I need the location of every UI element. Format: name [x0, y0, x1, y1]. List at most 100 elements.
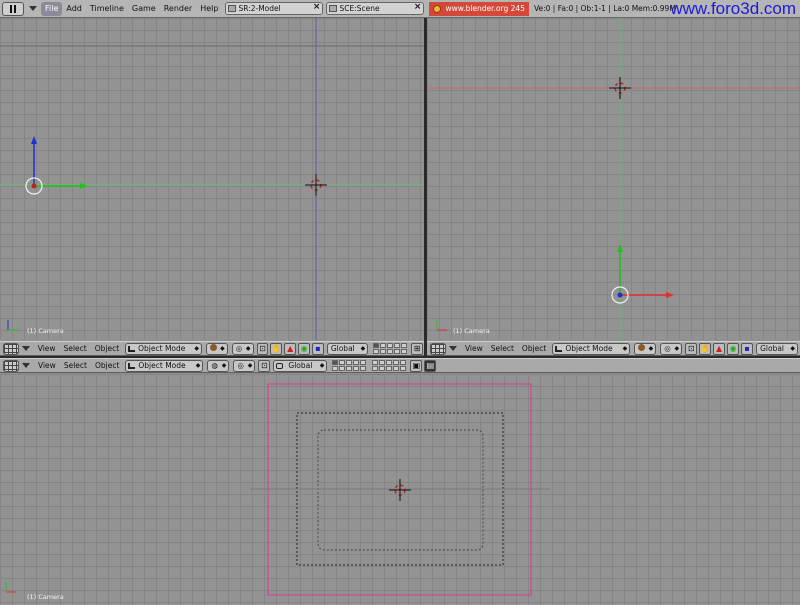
layer-buttons[interactable] — [332, 360, 367, 371]
3d-cursor-icon[interactable] — [609, 77, 631, 99]
window-type-button[interactable] — [3, 342, 19, 355]
viewport-top-left[interactable]: (1) Camera — [0, 18, 424, 340]
orientation-select[interactable]: Global — [273, 359, 328, 372]
menu-object[interactable]: Object — [91, 361, 123, 370]
scene-name: SCE:Scene — [339, 4, 380, 13]
menu-render[interactable]: Render — [160, 2, 196, 16]
proportional-icon[interactable]: ⊡ — [256, 342, 269, 355]
menu-help[interactable]: Help — [196, 2, 222, 16]
menu-game[interactable]: Game — [128, 2, 160, 16]
rotate-icon[interactable]: ◉ — [298, 342, 310, 355]
rotate-icon[interactable]: ◉ — [727, 342, 740, 355]
object-mode-icon — [128, 362, 136, 369]
grab-hand-icon[interactable]: ✋ — [699, 342, 712, 355]
object-mode-icon — [128, 345, 136, 352]
proportional-icon[interactable]: ⊡ — [685, 342, 698, 355]
transform-manipulator[interactable] — [10, 128, 90, 208]
draw-type-select[interactable] — [634, 342, 657, 355]
orientation-label: Global — [760, 343, 785, 353]
scene-stats: Ve:0 | Fa:0 | Ob:1-1 | La:0 Mem:0.99M — [533, 4, 676, 13]
menu-select[interactable]: Select — [487, 344, 518, 353]
close-icon[interactable]: × — [313, 2, 321, 12]
screen-name: SR:2-Model — [238, 4, 281, 13]
screen-selector[interactable]: SR:2-Model × — [225, 2, 324, 15]
shading-icon — [638, 343, 646, 351]
menu-object[interactable]: Object — [518, 344, 550, 353]
axis-gizmo-icon — [5, 582, 16, 593]
viewport-camera[interactable]: (1) Camera — [0, 374, 800, 605]
collapse-menus-icon[interactable] — [29, 6, 37, 11]
menu-view[interactable]: View — [34, 361, 60, 370]
scale-icon[interactable]: ▪ — [312, 342, 324, 355]
menu-timeline[interactable]: Timeline — [86, 2, 128, 16]
scene-icon — [329, 5, 338, 12]
shading-icon — [210, 343, 218, 351]
lock-icon[interactable]: ▣ — [410, 359, 423, 372]
mode-label: Object Mode — [138, 343, 186, 353]
viewport-object-label: (1) Camera — [453, 327, 490, 335]
area-splitter-vertical[interactable] — [424, 18, 427, 357]
scene-selector[interactable]: SCE:Scene × — [326, 2, 425, 15]
menu-object[interactable]: Object — [91, 344, 123, 353]
render-preview-icon[interactable]: ▤ — [424, 359, 437, 372]
watermark: www.foro3d.com — [670, 0, 796, 18]
object-mode-icon — [555, 345, 563, 352]
blender-link[interactable]: www.blender.org 245 — [429, 1, 529, 16]
scale-icon[interactable]: ▪ — [741, 342, 754, 355]
menu-view[interactable]: View — [461, 344, 487, 353]
info-header: File Add Timeline Game Render Help SR:2-… — [0, 0, 800, 18]
menu-select[interactable]: Select — [60, 361, 91, 370]
grab-hand-icon[interactable]: ✋ — [270, 342, 283, 355]
axis-gizmo-icon — [7, 320, 18, 331]
layer-buttons[interactable] — [373, 343, 408, 354]
lock-icon[interactable]: ⊞ — [411, 342, 424, 355]
viewport-object-label: (1) Camera — [27, 327, 64, 335]
translate-icon[interactable]: ▲ — [713, 342, 726, 355]
orientation-label: Global — [288, 360, 313, 370]
menu-add[interactable]: Add — [62, 2, 86, 16]
pivot-select[interactable]: ◎ — [231, 342, 254, 355]
transform-manipulator[interactable] — [597, 238, 687, 318]
layer-buttons-extra[interactable] — [372, 360, 407, 371]
mode-select[interactable]: Object Mode — [125, 359, 204, 372]
viewport-top-right[interactable]: (1) Camera — [427, 18, 800, 340]
collapse-menus-icon[interactable] — [22, 363, 30, 368]
viewport-header-bottom: View Select Object Object Mode ◍ ◎ ⊡ Glo… — [0, 358, 800, 373]
info-icon — [10, 4, 16, 13]
orientation-select[interactable]: Global — [756, 342, 799, 355]
draw-type-select[interactable]: ◍ — [207, 359, 230, 372]
draw-type-select[interactable] — [206, 342, 228, 355]
mode-select[interactable]: Object Mode — [125, 342, 203, 355]
pivot-icon: ◎ — [664, 343, 671, 353]
menu-file[interactable]: File — [41, 1, 63, 16]
axis-gizmo-icon — [436, 320, 447, 331]
3d-cursor-icon[interactable] — [389, 479, 411, 501]
grab-hand-icon — [276, 362, 284, 369]
pivot-select[interactable]: ◎ — [233, 359, 256, 372]
mode-label: Object Mode — [138, 360, 186, 370]
screen-icon — [228, 5, 237, 12]
mode-select[interactable]: Object Mode — [552, 342, 631, 355]
window-type-button[interactable] — [3, 359, 19, 372]
menu-select[interactable]: Select — [60, 344, 91, 353]
menu-view[interactable]: View — [34, 344, 60, 353]
window-type-button[interactable] — [2, 1, 24, 16]
close-icon[interactable]: × — [414, 2, 422, 12]
shading-icon: ◍ — [211, 360, 218, 370]
3d-cursor-icon[interactable] — [305, 174, 327, 196]
collapse-menus-icon[interactable] — [21, 346, 30, 351]
translate-icon[interactable]: ▲ — [284, 342, 297, 355]
orientation-select[interactable]: Global — [326, 342, 369, 355]
proportional-icon[interactable]: ⊡ — [258, 359, 271, 372]
viewport-header-top-left: View Select Object Object Mode ◎ ⊡ ✋ ▲ ◉… — [0, 341, 424, 356]
orientation-label: Global — [330, 343, 355, 353]
pivot-select[interactable]: ◎ — [660, 342, 683, 355]
pivot-icon: ◎ — [237, 360, 244, 370]
blender-logo-icon — [433, 4, 442, 13]
mode-label: Object Mode — [565, 343, 613, 353]
window-type-button[interactable] — [430, 342, 446, 355]
collapse-menus-icon[interactable] — [448, 346, 457, 351]
pivot-icon: ◎ — [235, 343, 243, 353]
viewport-header-top-right: View Select Object Object Mode ◎ ⊡ ✋ ▲ ◉… — [427, 341, 800, 356]
viewport-object-label: (1) Camera — [27, 593, 64, 601]
